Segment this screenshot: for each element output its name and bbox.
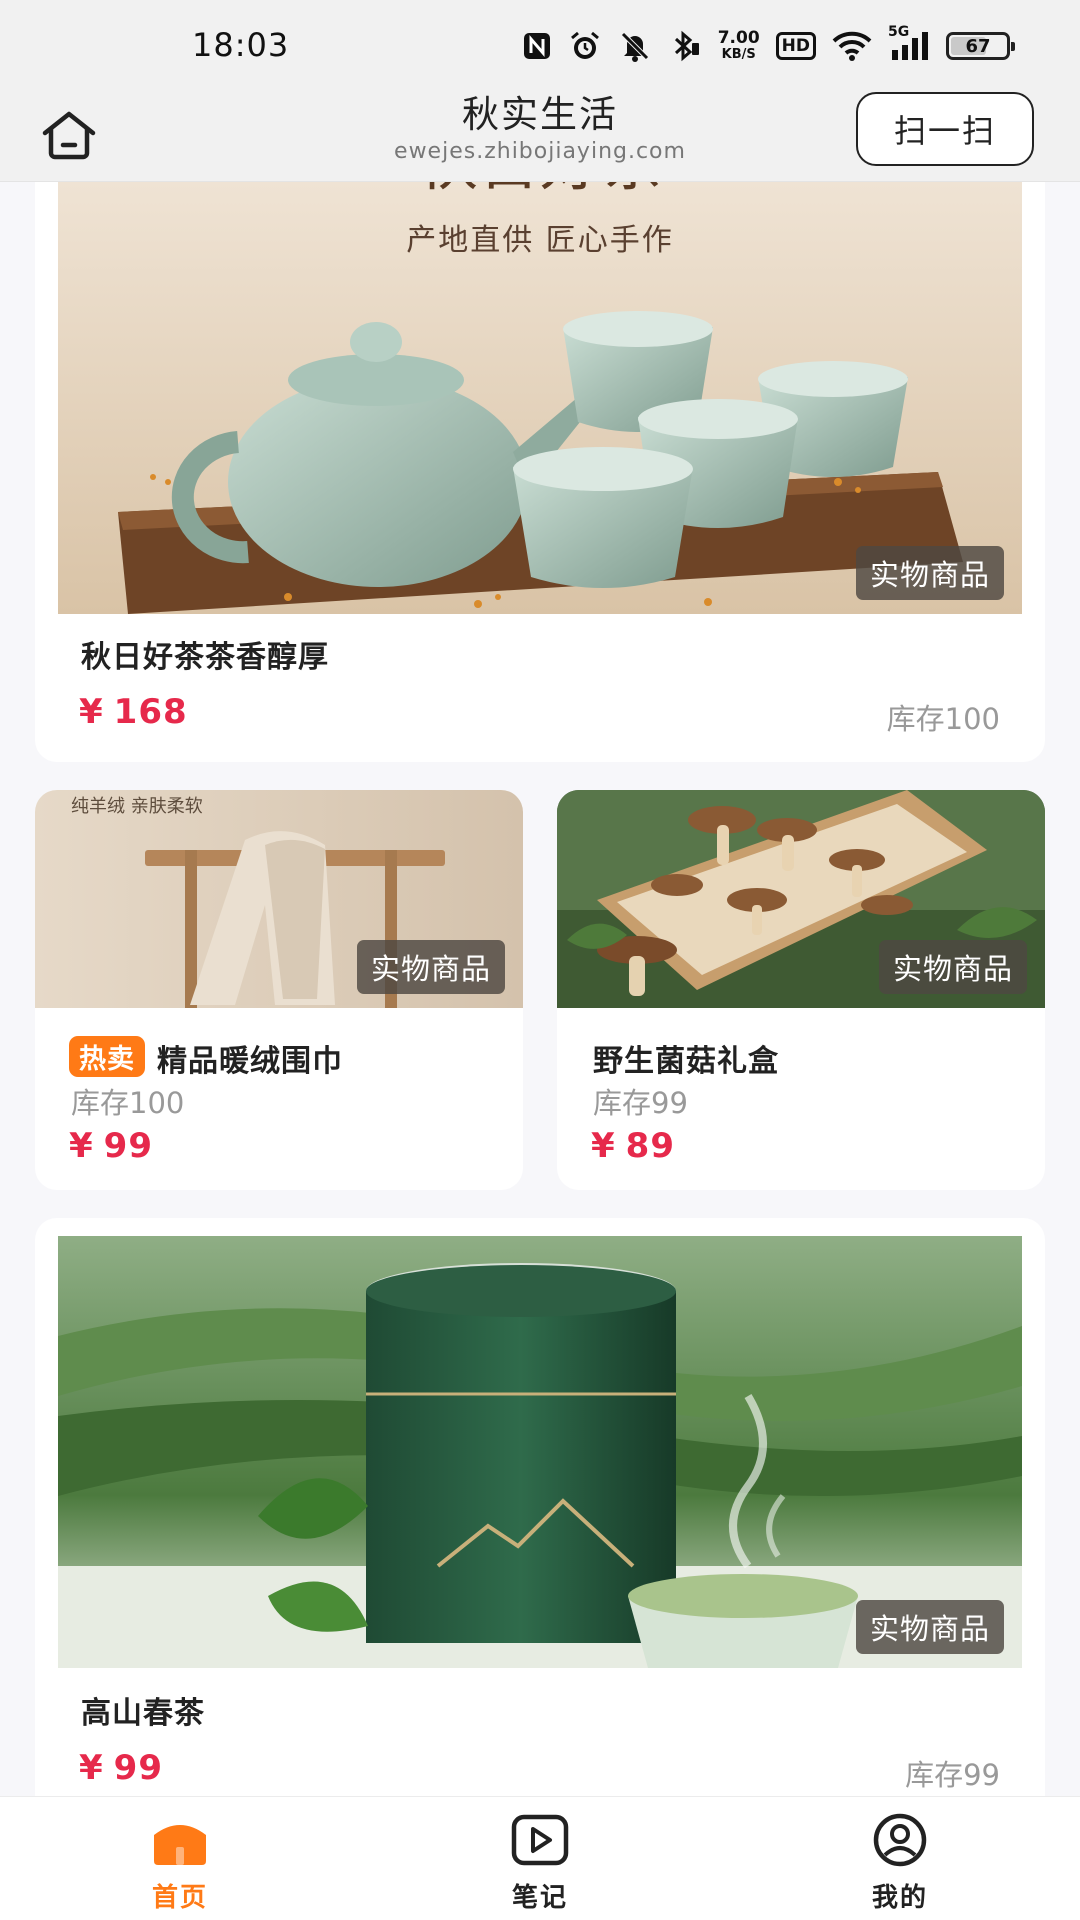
product-type-badge: 实物商品 (356, 940, 505, 994)
product-title: 高山春茶 (81, 1696, 205, 1731)
nfc-icon (522, 31, 552, 61)
header-bar: 秋实生活 ewejes.zhibojiaying.com 扫一扫 (0, 86, 1080, 182)
network-speed: 7.00 KB/S (717, 27, 760, 62)
tab-label: 笔记 (511, 1883, 568, 1913)
speed-unit: KB/S (721, 46, 756, 62)
home-icon (42, 111, 96, 160)
scan-button[interactable]: 扫一扫 (856, 92, 1034, 166)
product-price: ¥99 (69, 1126, 153, 1166)
image-caption: 纯羊绒 亲肤柔软 (71, 796, 203, 817)
price-value: 99 (103, 1126, 153, 1166)
tab-label: 我的 (871, 1883, 928, 1913)
product-image-scarf: 纯羊绒 亲肤柔软 实物商品 (35, 790, 523, 1008)
battery-icon: 67 (946, 32, 1015, 60)
wifi-icon (832, 30, 872, 62)
status-icons: 7.00 KB/S HD 5G 67 (522, 24, 1015, 66)
signal-label: 5G (888, 24, 910, 40)
mute-icon (618, 29, 652, 63)
tab-label: 首页 (151, 1883, 208, 1913)
product-price: ¥168 (79, 692, 188, 732)
app-screen: 18:03 7.00 KB/S HD 5G 67 秋实生活 ewejes.zhi… (0, 0, 1080, 1920)
product-type-badge: 实物商品 (855, 546, 1004, 600)
speed-value: 7.00 (717, 27, 760, 48)
play-notes-icon (511, 1814, 569, 1866)
profile-icon (873, 1813, 927, 1867)
price-value: 168 (113, 692, 188, 732)
hot-sale-badge: 热卖 (69, 1036, 145, 1077)
page-title: 秋实生活 (462, 93, 618, 136)
product-type-badge: 实物商品 (855, 1600, 1004, 1654)
product-card-spring-tea[interactable]: 实物商品 高山春茶 ¥99 库存99 (35, 1218, 1045, 1796)
product-stock: 库存99 (905, 1758, 1000, 1792)
currency-symbol: ¥ (79, 1748, 104, 1788)
product-card-scarf[interactable]: 纯羊绒 亲肤柔软 实物商品 热卖 精品暖绒围巾 库存100 ¥99 (35, 790, 523, 1190)
status-bar: 18:03 7.00 KB/S HD 5G 67 (0, 0, 1080, 86)
currency-symbol: ¥ (591, 1126, 616, 1166)
bluetooth-icon (668, 29, 702, 63)
tab-profile[interactable]: 我的 (800, 1797, 1000, 1920)
battery-level: 67 (965, 35, 991, 57)
product-title: 精品暖绒围巾 (157, 1044, 343, 1079)
banner-subtitle: 产地直供 匠心手作 (406, 223, 674, 258)
header-title-group: 秋实生活 ewejes.zhibojiaying.com (300, 92, 780, 166)
product-price: ¥89 (591, 1126, 675, 1166)
product-stock: 库存100 (71, 1086, 185, 1120)
product-image-mushroom: 实物商品 (557, 790, 1045, 1008)
product-image-tea-set: 秋日好茶 产地直供 匠心手作 (58, 182, 1022, 614)
product-card-tea-set[interactable]: 秋日好茶 产地直供 匠心手作 (35, 182, 1045, 762)
tab-home[interactable]: 首页 (80, 1797, 280, 1920)
product-feed[interactable]: 秋日好茶 产地直供 匠心手作 (0, 182, 1080, 1796)
home-tab-icon (154, 1825, 206, 1865)
site-domain: ewejes.zhibojiaying.com (394, 139, 686, 164)
banner-title: 秋日好茶 (416, 182, 664, 199)
product-price: ¥99 (79, 1748, 163, 1788)
price-value: 99 (113, 1748, 163, 1788)
hd-badge: HD (775, 32, 816, 60)
bottom-tab-bar: 首页 笔记 我的 (0, 1796, 1080, 1920)
product-title-row: 热卖 精品暖绒围巾 (69, 1036, 343, 1080)
product-title: 野生菌菇礼盒 (593, 1044, 779, 1079)
cell-signal-icon: 5G (888, 24, 930, 62)
home-button[interactable] (36, 102, 102, 168)
product-stock: 库存99 (593, 1086, 688, 1120)
product-type-badge: 实物商品 (878, 940, 1027, 994)
currency-symbol: ¥ (79, 692, 104, 732)
price-value: 89 (625, 1126, 675, 1166)
product-image-spring-tea: 实物商品 (58, 1236, 1022, 1668)
product-stock: 库存100 (886, 702, 1000, 736)
status-time: 18:03 (192, 26, 290, 64)
currency-symbol: ¥ (69, 1126, 94, 1166)
product-card-mushroom[interactable]: 实物商品 野生菌菇礼盒 库存99 ¥89 (557, 790, 1045, 1190)
product-title: 秋日好茶茶香醇厚 (81, 640, 329, 675)
alarm-icon (568, 29, 602, 63)
tab-notes[interactable]: 笔记 (440, 1797, 640, 1920)
